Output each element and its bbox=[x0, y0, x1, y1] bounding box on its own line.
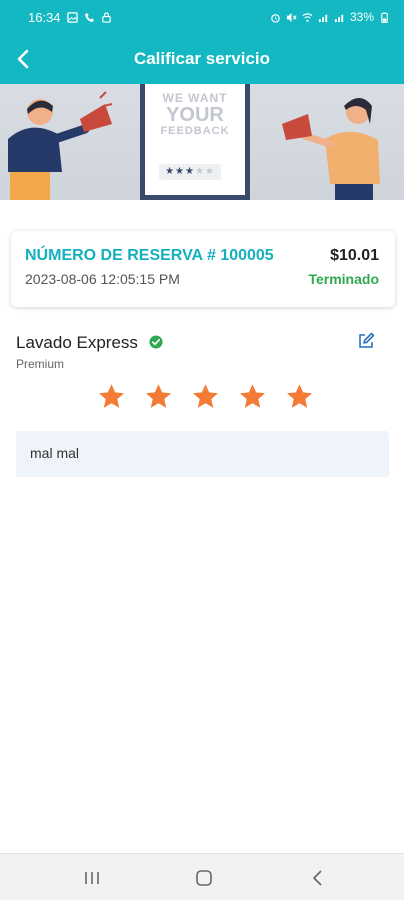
back-arrow-icon bbox=[17, 49, 29, 69]
star-icon[interactable] bbox=[142, 382, 175, 412]
signal-2-icon bbox=[334, 14, 344, 22]
home-icon bbox=[196, 870, 212, 886]
feedback-banner: WE WANT YOUR FEEDBACK ★★★★★ bbox=[0, 84, 404, 200]
booking-card: NÚMERO DE RESERVA # 100005 $10.01 2023-0… bbox=[11, 231, 395, 307]
booking-status: Terminado bbox=[308, 271, 379, 287]
lock-notification-icon bbox=[101, 11, 111, 23]
comment-text: mal mal bbox=[30, 445, 80, 461]
booking-price: $10.01 bbox=[330, 247, 379, 264]
rating-stars bbox=[95, 382, 316, 412]
status-bar: 16:34 33% bbox=[0, 0, 404, 34]
edit-button[interactable] bbox=[356, 331, 376, 351]
mute-icon bbox=[286, 12, 297, 22]
star-icon[interactable] bbox=[283, 382, 316, 412]
alarm-icon bbox=[271, 13, 280, 23]
banner-stars: ★★★★★ bbox=[159, 164, 221, 180]
edit-icon bbox=[359, 332, 375, 348]
service-name: Lavado Express bbox=[16, 333, 138, 352]
star-icon[interactable] bbox=[95, 382, 128, 412]
star-icon[interactable] bbox=[189, 382, 222, 412]
back-button[interactable] bbox=[10, 45, 38, 73]
star-icon[interactable] bbox=[236, 382, 269, 412]
app-bar: Calificar servicio bbox=[0, 34, 404, 84]
battery-percent: 33% bbox=[349, 10, 374, 24]
status-time: 16:34 bbox=[28, 9, 61, 25]
comment-field[interactable]: mal mal bbox=[16, 431, 389, 477]
booking-datetime: 2023-08-06 12:05:15 PM bbox=[25, 271, 180, 287]
home-button[interactable] bbox=[192, 866, 216, 890]
verified-icon bbox=[149, 335, 163, 349]
system-back-button[interactable] bbox=[306, 866, 330, 890]
signal-icon bbox=[318, 14, 328, 22]
recent-apps-button[interactable] bbox=[80, 866, 104, 890]
banner-line-1: WE WANT bbox=[162, 91, 228, 105]
gallery-notification-icon bbox=[66, 11, 78, 23]
banner-text: WE WANT YOUR FEEDBACK bbox=[145, 92, 245, 137]
page-title: Calificar servicio bbox=[133, 49, 271, 68]
system-nav-bar bbox=[0, 853, 404, 900]
phone-notification-icon bbox=[84, 12, 94, 22]
banner-line-2: YOUR bbox=[166, 103, 224, 126]
booking-number: NÚMERO DE RESERVA # 100005 bbox=[25, 247, 274, 264]
wifi-icon bbox=[302, 12, 313, 22]
recent-apps-icon bbox=[85, 872, 99, 884]
feedback-board: WE WANT YOUR FEEDBACK ★★★★★ bbox=[140, 84, 250, 200]
battery-icon bbox=[381, 11, 388, 23]
service-tier: Premium bbox=[16, 357, 65, 371]
banner-line-3: FEEDBACK bbox=[160, 124, 230, 137]
nav-back-icon bbox=[313, 870, 322, 886]
